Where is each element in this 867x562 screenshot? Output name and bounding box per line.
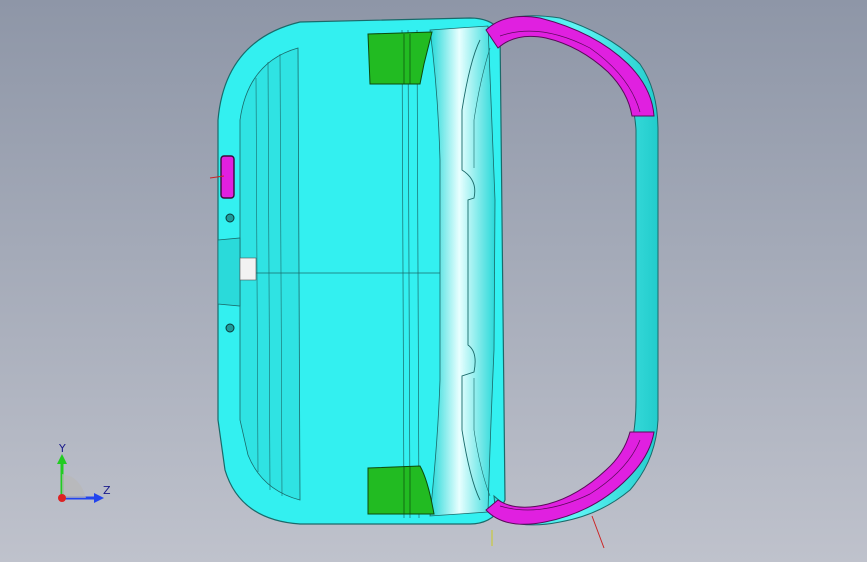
screw-hole-lower[interactable]: [225, 323, 235, 333]
z-axis-label: Z: [103, 484, 111, 497]
white-tab[interactable]: [239, 257, 257, 281]
cad-viewport[interactable]: Y Z: [0, 0, 867, 562]
tube-section[interactable]: [429, 25, 496, 517]
side-slot-magenta[interactable]: [220, 155, 235, 199]
flange-corner-lines: [499, 30, 641, 511]
part-model[interactable]: [0, 0, 867, 562]
dimension-leader: [591, 515, 605, 549]
axis-triad: Y Z: [40, 440, 120, 510]
y-axis-label: Y: [59, 442, 66, 455]
triad-graphic: [57, 454, 104, 503]
side-bracket: [217, 237, 241, 307]
flange-corner-top[interactable]: [485, 16, 655, 117]
screw-hole-upper[interactable]: [225, 213, 235, 223]
